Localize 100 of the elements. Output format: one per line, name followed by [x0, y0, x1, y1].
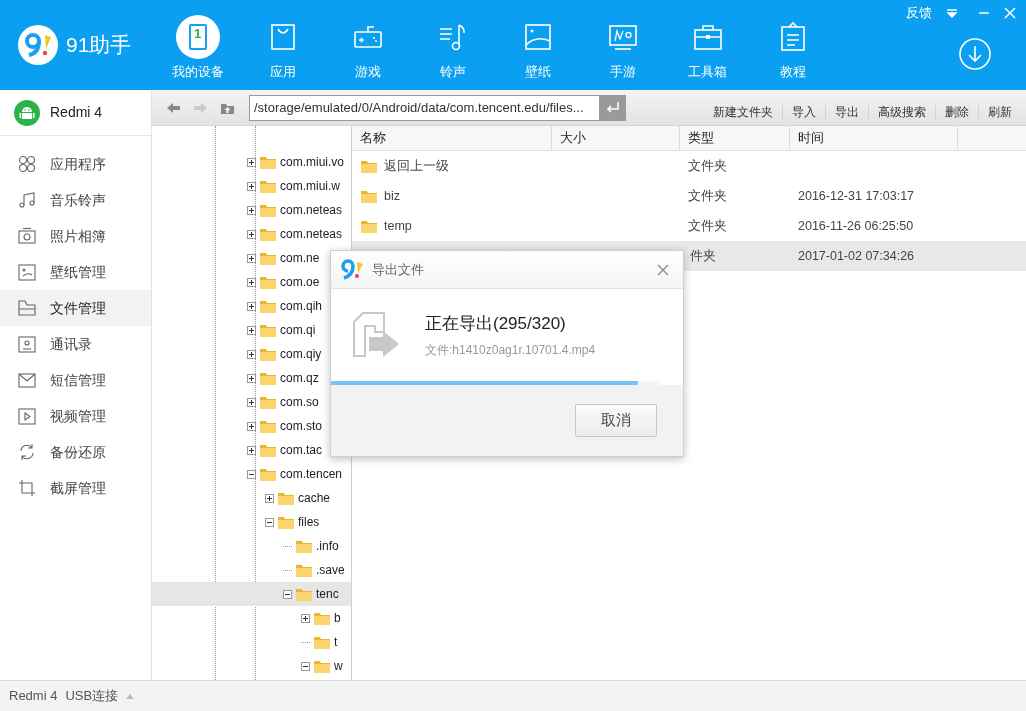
path-field[interactable]: /storage/emulated/0/Android/data/com.tencent.edu/files...	[249, 94, 600, 121]
folder-icon	[259, 418, 277, 434]
file-type: 文件夹	[688, 187, 727, 205]
toolbar-action[interactable]: 导入	[792, 102, 816, 121]
expand-icon[interactable]	[301, 613, 310, 623]
folder-tree-item[interactable]: .info	[152, 534, 351, 558]
sidebar-item[interactable]: 备份还原	[0, 434, 151, 470]
file-name: 返回上一级	[384, 157, 449, 175]
cancel-button[interactable]: 取消	[575, 404, 657, 437]
toolbar-action[interactable]: 删除	[945, 102, 969, 121]
expand-icon[interactable]	[247, 229, 256, 239]
folder-tree-item[interactable]: com.tac	[152, 438, 351, 462]
sidebar-item[interactable]: 照片相簿	[0, 218, 151, 254]
sidebar-item[interactable]: 壁纸管理	[0, 254, 151, 290]
app-logo-icon	[340, 258, 364, 281]
expand-icon[interactable]	[247, 397, 256, 407]
folder-icon	[259, 298, 277, 314]
folder-tree-item[interactable]: t	[152, 630, 351, 654]
expand-icon[interactable]	[247, 181, 256, 191]
folder-icon	[259, 370, 277, 386]
folder-tree-item[interactable]: tenc	[152, 582, 351, 606]
expand-icon[interactable]	[247, 157, 256, 167]
folder-tree-item[interactable]: com.so	[152, 390, 351, 414]
folder-tree-item[interactable]: w	[152, 654, 351, 678]
column-header[interactable]: 类型	[680, 126, 790, 150]
sidebar-item[interactable]: 截屏管理	[0, 470, 151, 506]
device-name: Redmi 4	[50, 103, 103, 122]
back-arrow-icon[interactable]	[166, 100, 181, 115]
file-row[interactable]: biz 文件夹 2016-12-31 17:03:17	[352, 181, 1026, 211]
folder-tree-item[interactable]: com.tencen	[152, 462, 351, 486]
folder-tree-item[interactable]: com.miui.vo	[152, 150, 351, 174]
folder-icon	[259, 178, 277, 194]
collapse-icon[interactable]	[247, 469, 256, 479]
sidebar-item-icon	[18, 299, 36, 317]
expand-icon[interactable]	[247, 445, 256, 455]
folder-tree-item[interactable]: com.qiy	[152, 342, 351, 366]
expand-icon[interactable]	[247, 205, 256, 215]
folder-icon	[277, 490, 295, 506]
download-icon[interactable]	[959, 38, 991, 70]
sidebar-item-icon	[18, 227, 36, 245]
expand-icon[interactable]	[265, 493, 274, 503]
file-row[interactable]: 返回上一级 文件夹	[352, 151, 1026, 181]
sidebar-item-icon	[18, 479, 36, 497]
folder-icon	[259, 466, 277, 482]
folder-icon	[259, 442, 277, 458]
file-time: 2017-01-02 07:34:26	[798, 247, 915, 265]
collapse-icon[interactable]	[265, 517, 274, 527]
folder-tree-item[interactable]: b	[152, 606, 351, 630]
folder-tree-item[interactable]: com.miui.w	[152, 174, 351, 198]
folder-tree-item[interactable]: com.neteas	[152, 198, 351, 222]
connection-status: USB连接	[65, 687, 119, 706]
folder-tree-item[interactable]: .save	[152, 558, 351, 582]
sidebar-item-icon	[18, 407, 36, 425]
sidebar-item-icon	[18, 191, 36, 209]
expand-icon[interactable]	[247, 349, 256, 359]
sidebar-item[interactable]: 通讯录	[0, 326, 151, 362]
sidebar-item-icon	[18, 335, 36, 353]
folder-tree-item[interactable]: com.ne	[152, 246, 351, 270]
folder-tree-item[interactable]: com.oe	[152, 270, 351, 294]
app-logo-icon	[18, 25, 58, 65]
device-nav-icon: 1	[175, 15, 220, 59]
toolbar-action[interactable]: 高级搜索	[878, 102, 926, 121]
close-icon[interactable]	[657, 263, 669, 276]
folder-icon	[259, 154, 277, 170]
column-header[interactable]: 大小	[552, 126, 680, 150]
folder-tree-item[interactable]: com.qi	[152, 318, 351, 342]
file-type: 件夹	[690, 247, 716, 265]
collapse-icon[interactable]	[301, 661, 310, 671]
expand-icon[interactable]	[247, 325, 256, 335]
folder-icon	[259, 226, 277, 242]
file-row[interactable]: temp 文件夹 2016-11-26 06:25:50	[352, 211, 1026, 241]
folder-tree-item[interactable]: files	[152, 510, 351, 534]
expand-icon[interactable]	[247, 277, 256, 287]
folder-tree-item[interactable]: com.neteas	[152, 222, 351, 246]
file-time: 2016-11-26 06:25:50	[798, 217, 914, 235]
menu-dropdown-icon[interactable]	[946, 7, 958, 18]
folder-tree-item[interactable]: com.qih	[152, 294, 351, 318]
toolbar-action[interactable]: 刷新	[988, 102, 1012, 121]
folder-tree-item[interactable]: com.sto	[152, 414, 351, 438]
expand-icon[interactable]	[247, 301, 256, 311]
sidebar-item[interactable]: 音乐铃声	[0, 182, 151, 218]
expand-icon[interactable]	[247, 421, 256, 431]
file-type: 文件夹	[688, 217, 727, 235]
folder-tree-item[interactable]: com.qz	[152, 366, 351, 390]
toolbar-action[interactable]: 新建文件夹	[713, 102, 773, 121]
expand-icon[interactable]	[247, 253, 256, 263]
toolbar-action[interactable]: 导出	[835, 102, 859, 121]
expand-icon[interactable]	[247, 373, 256, 383]
sidebar-item[interactable]: 视频管理	[0, 398, 151, 434]
sidebar-item[interactable]: 应用程序	[0, 146, 151, 182]
sidebar-item[interactable]: 文件管理	[0, 290, 151, 326]
collapse-icon[interactable]	[283, 589, 292, 599]
folder-tree-item[interactable]: cache	[152, 486, 351, 510]
current-file-name: 文件:h1410z0ag1r.10701.4.mp4	[425, 341, 596, 359]
file-name: temp	[384, 217, 412, 235]
folder-icon	[259, 250, 277, 266]
column-header[interactable]: 时间	[790, 126, 958, 150]
folder-icon	[313, 658, 331, 674]
sidebar-item[interactable]: 短信管理	[0, 362, 151, 398]
column-header[interactable]: 名称	[352, 126, 552, 150]
